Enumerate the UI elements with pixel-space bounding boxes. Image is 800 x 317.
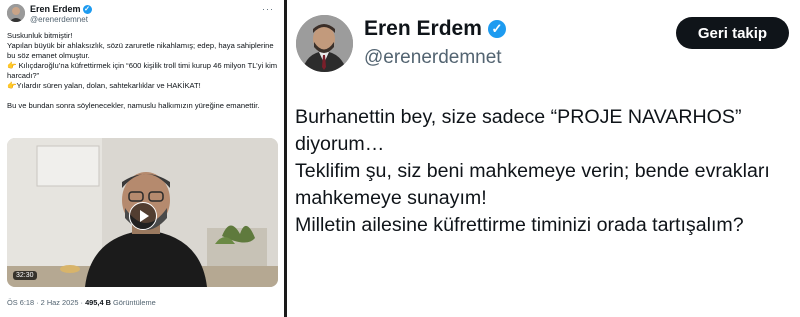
views-label: Görüntüleme — [110, 298, 156, 307]
tweet-line: 👉Yılardır süren yalan, dolan, sahtekarlı… — [7, 81, 201, 90]
tweet-paragraph: Milletin ailesine küfrettirme timinizi o… — [295, 214, 744, 236]
tweet-line — [7, 91, 279, 101]
tweet-paragraph: Burhanettin bey, size sadece “PROJE NAVA… — [295, 106, 742, 155]
video-duration: 32:30 — [13, 271, 37, 280]
author-name-text[interactable]: Eren Erdem — [30, 4, 81, 14]
author-avatar[interactable] — [296, 15, 353, 72]
tweet-timestamp[interactable]: ÖS 6:18 · 2 Haz 2025 · — [7, 298, 85, 307]
tweet-line: Bu ve bundan sonra söylenecekler, namusl… — [7, 101, 260, 110]
tweet-line: Yapılan büyük bir ahlaksızlık, sözü zaru… — [7, 41, 276, 60]
author-handle[interactable]: @erenerdemnet — [30, 15, 88, 24]
tweet-text: Burhanettin bey, size sadece “PROJE NAVA… — [295, 104, 795, 239]
tweet-line: 👉 Kılıçdaroğlu’na küfrettirmek için “600… — [7, 61, 280, 80]
left-tweet: Eren Erdem ✓ @erenerdemnet ··· Suskunluk… — [0, 0, 284, 317]
tweet-paragraph: Teklifim şu, siz beni mahkemeye verin; b… — [295, 160, 770, 209]
right-tweet: Eren Erdem ✓ @erenerdemnet Geri takip Bu… — [287, 0, 800, 317]
author-name[interactable]: Eren Erdem ✓ — [364, 17, 506, 41]
view-count: 495,4 B — [85, 298, 111, 307]
author-name[interactable]: Eren Erdem ✓ — [30, 4, 92, 14]
author-handle[interactable]: @erenerdemnet — [364, 47, 502, 69]
more-dots-icon[interactable]: ··· — [262, 4, 274, 14]
follow-back-button[interactable]: Geri takip — [676, 17, 789, 49]
author-avatar[interactable] — [7, 4, 25, 22]
verified-badge-icon: ✓ — [487, 20, 506, 38]
author-name-text[interactable]: Eren Erdem — [364, 17, 482, 41]
video-player[interactable]: 32:30 — [7, 138, 278, 287]
play-button-icon[interactable] — [129, 202, 157, 230]
tweet-text: Suskunluk bitmiştir! Yapılan büyük bir a… — [7, 31, 279, 111]
verified-badge-icon: ✓ — [82, 4, 92, 14]
tweet-line: Suskunluk bitmiştir! — [7, 31, 73, 40]
tweet-meta: ÖS 6:18 · 2 Haz 2025 · 495,4 B Görüntüle… — [7, 298, 156, 307]
